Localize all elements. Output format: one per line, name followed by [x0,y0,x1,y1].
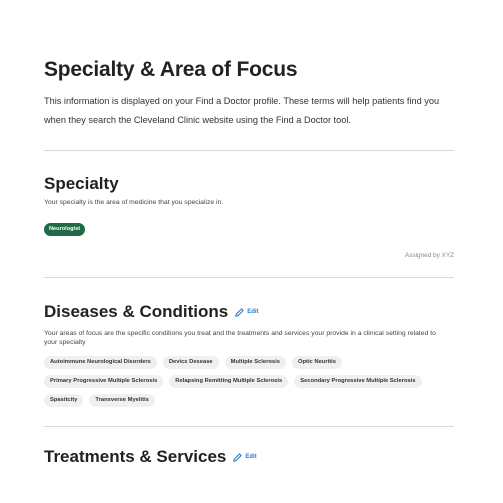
treatments-edit-label: Edit [245,454,257,460]
diseases-section: Diseases & Conditions Edit Your areas of… [44,302,454,407]
diseases-chip-list: Autoimmune Neurological Disorders Devics … [44,356,424,407]
diseases-title: Diseases & Conditions [44,302,229,321]
pencil-icon [235,307,244,317]
condition-chip: Primary Progressive Multiple Sclerosis [44,375,164,388]
treatments-section: Treatments & Services Edit [44,447,454,467]
specialty-description: Your specialty is the area of medicine t… [44,199,224,206]
treatments-title: Treatments & Services [44,447,227,466]
diseases-edit-button[interactable]: Edit [234,307,259,318]
profile-page: Specialty & Area of Focus This informati… [44,58,454,467]
pencil-icon [233,452,243,462]
condition-chip: Autoimmune Neurological Disorders [44,356,157,369]
specialty-title: Specialty [44,174,119,193]
specialty-badge: Neurologist [44,223,86,236]
condition-chip: Spasitcity [44,394,84,407]
specialty-section: Specialty Your specialty is the area of … [44,174,454,259]
assigned-by-text: Assigned by XYZ [404,252,454,259]
condition-chip: Relapsing Remitting Multiple Sclerosis [169,375,289,388]
condition-chip: Multiple Sclerosis [224,356,286,369]
treatments-header: Treatments & Services Edit [44,447,454,467]
condition-chip: Transverse Myelitis [89,394,155,407]
condition-chip: Secondary Progressive Multiple Sclerosis [294,375,422,388]
treatments-edit-button[interactable]: Edit [232,452,257,463]
condition-chip: Optic Neuritis [291,356,342,369]
condition-chip: Devics Desease [162,356,219,369]
diseases-header: Diseases & Conditions Edit [44,302,454,322]
diseases-edit-label: Edit [247,309,259,315]
diseases-description: Your areas of focus are the specific con… [44,330,436,346]
divider [44,150,454,151]
divider [44,426,454,427]
intro-text: This information is displayed on your Fi… [44,96,440,125]
divider [44,277,454,278]
page-title: Specialty & Area of Focus [44,58,298,81]
